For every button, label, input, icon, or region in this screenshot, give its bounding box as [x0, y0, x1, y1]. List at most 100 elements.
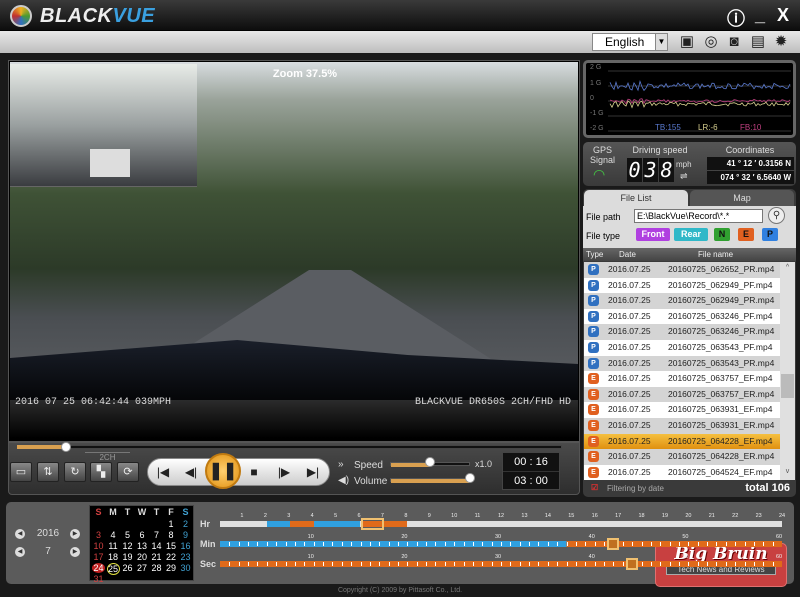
calendar-day[interactable]: 9 [179, 530, 192, 540]
selected-second-marker[interactable] [626, 558, 639, 570]
calendar-day[interactable]: 4 [107, 530, 120, 540]
calendar-day[interactable]: 7 [150, 530, 163, 540]
sd-card-refresh-icon[interactable]: ▣ [678, 33, 696, 51]
calendar-day[interactable]: 3 [92, 530, 105, 540]
calendar-day[interactable]: 30 [179, 563, 192, 573]
file-list-scrollbar[interactable]: ^ v [780, 262, 795, 480]
calendar-day[interactable]: 25 [106, 563, 120, 575]
rotate-button[interactable]: ↻ [64, 462, 86, 482]
g-axis-label: 1 G [590, 80, 602, 87]
language-select[interactable]: English ▼ [592, 33, 668, 51]
filter-checkbox[interactable]: ☑ [591, 483, 598, 492]
rear-video-pip[interactable] [10, 64, 197, 187]
file-row[interactable]: E 2016.07.25 20160725_063757_ER.mp4 [584, 386, 780, 403]
selected-minute-marker[interactable] [607, 538, 620, 550]
selected-hour-marker[interactable] [360, 518, 384, 530]
calendar-day[interactable]: 28 [150, 563, 163, 573]
calendar-day[interactable]: 24 [92, 563, 105, 573]
switch-view-button[interactable]: ⟳ [117, 462, 139, 482]
open-folder-button[interactable]: ▭ [10, 462, 32, 482]
file-row[interactable]: P 2016.07.25 20160725_063543_PR.mp4 [584, 355, 780, 372]
calendar-day[interactable]: 17 [92, 552, 105, 562]
file-row[interactable]: E 2016.07.25 20160725_063931_ER.mp4 [584, 417, 780, 434]
skip-first-button[interactable]: |◀ [152, 462, 174, 482]
brand-vue: VUE [112, 5, 156, 27]
calendar-day[interactable]: 1 [165, 519, 178, 529]
file-row[interactable]: P 2016.07.25 20160725_062949_PF.mp4 [584, 277, 780, 294]
file-row[interactable]: E 2016.07.25 20160725_064524_EF.mp4 [584, 464, 780, 480]
file-row[interactable]: P 2016.07.25 20160725_063246_PF.mp4 [584, 308, 780, 325]
seek-handle[interactable] [61, 442, 72, 452]
minimize-button[interactable]: _ [749, 5, 771, 26]
file-row[interactable]: E 2016.07.25 20160725_064228_ER.mp4 [584, 449, 780, 465]
seek-bar[interactable] [17, 445, 562, 449]
calendar-day[interactable]: 31 [92, 574, 105, 584]
scroll-up-icon[interactable]: ^ [780, 264, 795, 271]
calendar-day[interactable]: 6 [136, 530, 149, 540]
calendar-day[interactable]: 26 [121, 563, 134, 573]
calendar-day[interactable]: 16 [179, 541, 192, 551]
calendar-day[interactable]: 11 [107, 541, 120, 551]
calendar-day[interactable]: 27 [136, 563, 149, 573]
scroll-down-icon[interactable]: v [780, 468, 795, 475]
skip-last-button[interactable]: ▶| [302, 462, 324, 482]
calendar-day[interactable]: 14 [150, 541, 163, 551]
file-type-p[interactable]: P [762, 228, 778, 241]
calendar-day[interactable]: 12 [121, 541, 134, 551]
print-icon[interactable]: ▤ [749, 33, 767, 51]
swap-camera-button[interactable]: ⇅ [37, 462, 59, 482]
compass-icon[interactable]: ◎ [702, 33, 720, 51]
unit-toggle-icon[interactable]: ⇌ [680, 171, 688, 182]
file-row[interactable]: P 2016.07.25 20160725_062652_PR.mp4 [584, 262, 780, 278]
calendar-day[interactable]: 8 [165, 530, 178, 540]
calendar-day[interactable]: 20 [136, 552, 149, 562]
file-type-front[interactable]: Front [636, 228, 670, 241]
gear-icon[interactable]: ✹ [772, 33, 790, 51]
search-icon[interactable]: ⚲ [768, 207, 785, 224]
file-row[interactable]: P 2016.07.25 20160725_063543_PF.mp4 [584, 339, 780, 356]
hour-timeline[interactable] [220, 521, 782, 527]
next-year-icon[interactable]: ▶ [70, 529, 80, 539]
calendar-day[interactable]: 22 [165, 552, 178, 562]
file-row[interactable]: E 2016.07.25 20160725_064228_EF.mp4 [584, 433, 780, 450]
tab-file-list[interactable]: File List [584, 190, 688, 207]
stop-button[interactable]: ■ [243, 462, 265, 482]
file-row[interactable]: E 2016.07.25 20160725_063757_EF.mp4 [584, 371, 780, 387]
close-button[interactable]: X [772, 5, 794, 26]
scroll-thumb[interactable] [781, 374, 794, 398]
calendar-day[interactable]: 10 [92, 541, 105, 551]
volume-slider[interactable] [390, 478, 470, 483]
file-type-rear[interactable]: Rear [674, 228, 708, 241]
calendar-day[interactable]: 18 [107, 552, 120, 562]
second-timeline[interactable] [220, 561, 782, 567]
pip-layout-button[interactable]: ▚ [90, 462, 112, 482]
file-type-label: File type [586, 231, 621, 241]
camera-icon[interactable]: ◙ [725, 33, 743, 51]
calendar-day[interactable]: 23 [179, 552, 192, 562]
file-row[interactable]: E 2016.07.25 20160725_063931_EF.mp4 [584, 402, 780, 418]
calendar-day[interactable]: 15 [165, 541, 178, 551]
calendar-day[interactable]: 13 [136, 541, 149, 551]
minute-timeline[interactable] [220, 541, 782, 547]
file-date: 2016.07.25 [608, 388, 651, 399]
step-back-button[interactable]: ◀| [180, 462, 202, 482]
file-type-e[interactable]: E [738, 228, 754, 241]
step-forward-button[interactable]: |▶ [273, 462, 295, 482]
calendar-day[interactable]: 19 [121, 552, 134, 562]
volume-handle[interactable] [465, 473, 475, 483]
calendar-day[interactable]: 21 [150, 552, 163, 562]
calendar-day[interactable]: 2 [179, 519, 192, 529]
prev-month-icon[interactable]: ◀ [15, 547, 25, 557]
file-type-n[interactable]: N [714, 228, 730, 241]
tab-map[interactable]: Map [690, 190, 794, 207]
speed-handle[interactable] [425, 457, 435, 467]
next-month-icon[interactable]: ▶ [70, 547, 80, 557]
info-icon[interactable]: ⓘ [725, 5, 747, 31]
file-path-input[interactable]: E:\BlackVue\Record\*.* [634, 209, 763, 223]
prev-year-icon[interactable]: ◀ [15, 529, 25, 539]
calendar-day[interactable]: 29 [165, 563, 178, 573]
file-row[interactable]: P 2016.07.25 20160725_063246_PR.mp4 [584, 324, 780, 340]
calendar-day[interactable]: 5 [121, 530, 134, 540]
pause-button[interactable]: ❚❚ [205, 453, 241, 489]
file-row[interactable]: P 2016.07.25 20160725_062949_PR.mp4 [584, 293, 780, 309]
